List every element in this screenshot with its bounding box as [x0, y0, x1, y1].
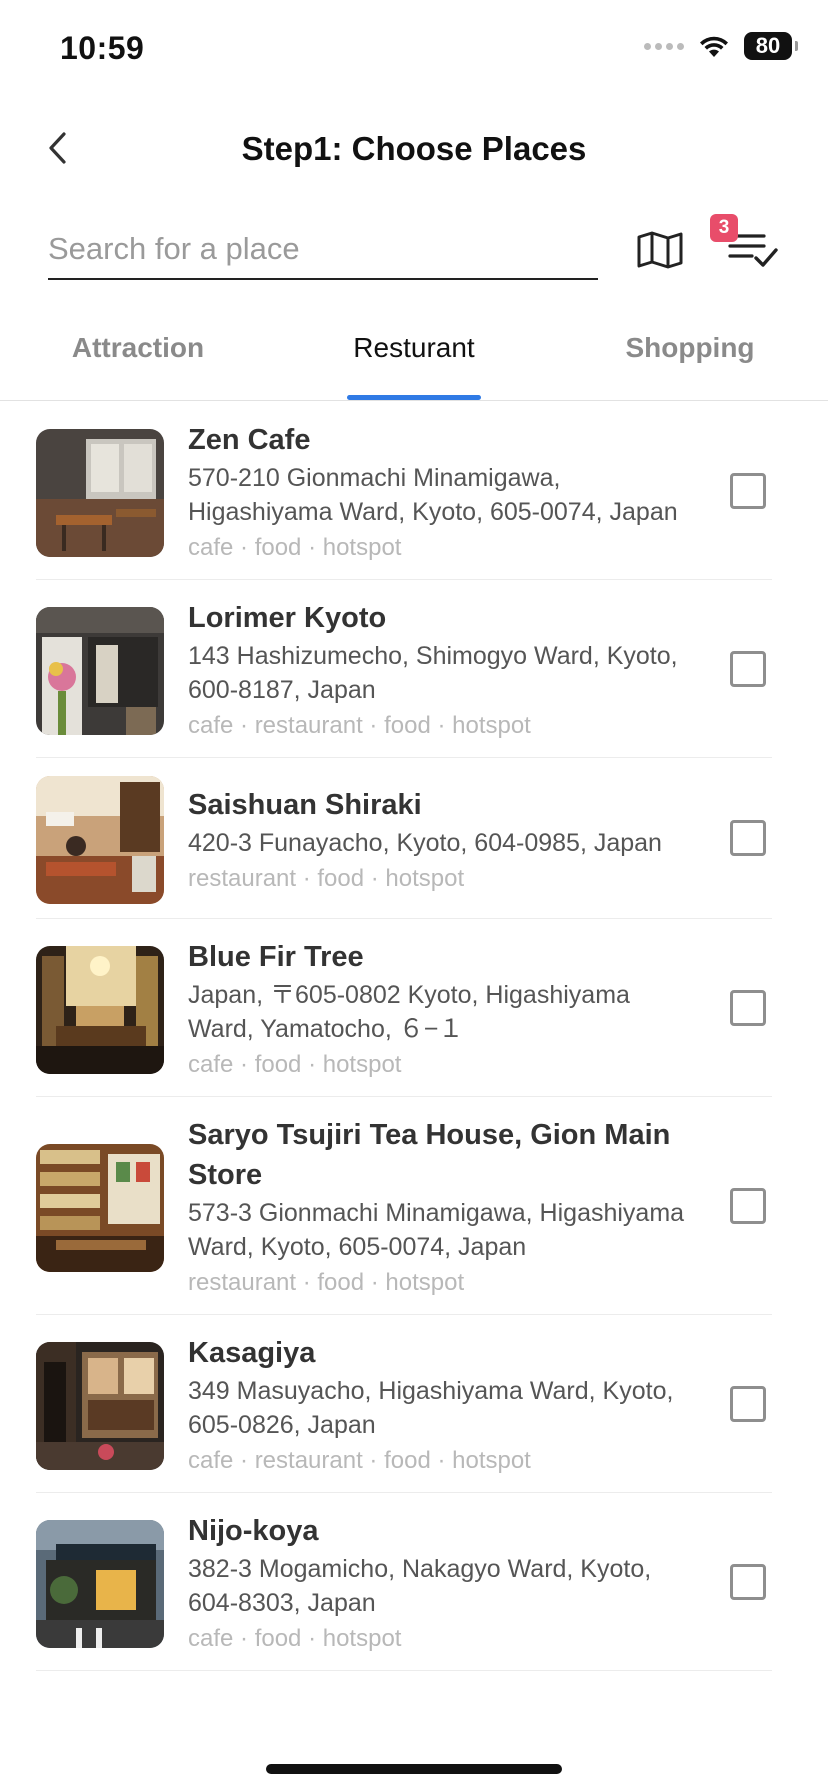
category-tabs: Attraction Resturant Shopping [0, 318, 828, 401]
place-tags: cafe · restaurant · food · hotspot [188, 1447, 531, 1474]
place-info: Blue Fir Tree Japan, 〒605-0802 Kyoto, Hi… [188, 937, 698, 1082]
select-checkbox[interactable] [730, 1385, 766, 1422]
place-info: Nijo-koya 382-3 Mogamicho, Nakagyo Ward,… [188, 1511, 698, 1656]
place-list[interactable]: Zen Cafe 570-210 Gionmachi Minamigawa, H… [0, 402, 828, 1754]
search-input[interactable] [48, 220, 598, 280]
select-checkbox[interactable] [730, 650, 766, 687]
place-name: Saryo Tsujiri Tea House, Gion Main Store [188, 1119, 671, 1191]
select-checkbox[interactable] [730, 1187, 766, 1224]
place-photo [36, 428, 164, 557]
active-tab-indicator [347, 395, 481, 400]
map-icon [637, 231, 683, 269]
place-info: Lorimer Kyoto 143 Hashizumecho, Shimogyo… [188, 598, 698, 743]
place-address: 573-3 Gionmachi Minamigawa, Higashiyama … [188, 1199, 685, 1261]
place-name: Zen Cafe [188, 424, 311, 456]
place-photo [36, 1143, 164, 1272]
signal-icon [644, 42, 684, 50]
home-indicator [266, 1764, 562, 1774]
place-name: Kasagiya [188, 1337, 316, 1369]
place-item[interactable]: Lorimer Kyoto 143 Hashizumecho, Shimogyo… [36, 580, 772, 758]
selected-count-badge: 3 [710, 214, 738, 242]
place-name: Lorimer Kyoto [188, 602, 387, 634]
selected-list-button[interactable]: 3 [710, 214, 782, 278]
select-checkbox[interactable] [730, 820, 766, 856]
map-button[interactable] [632, 224, 688, 276]
tab-attraction[interactable]: Attraction [68, 332, 208, 400]
place-info: Kasagiya 349 Masuyacho, Higashiyama Ward… [188, 1333, 698, 1478]
place-tags: cafe · restaurant · food · hotspot [188, 712, 531, 739]
place-item[interactable]: Saishuan Shiraki 420-3 Funayacho, Kyoto,… [36, 758, 772, 919]
place-tags: cafe · food · hotspot [188, 534, 402, 561]
place-info: Saishuan Shiraki 420-3 Funayacho, Kyoto,… [188, 785, 698, 896]
page-title: Step1: Choose Places [241, 130, 587, 167]
place-address: 382-3 Mogamicho, Nakagyo Ward, Kyoto, 60… [188, 1555, 652, 1617]
place-address: 420-3 Funayacho, Kyoto, 604-0985, Japan [188, 828, 662, 857]
place-photo [36, 776, 164, 904]
place-item[interactable]: Zen Cafe 570-210 Gionmachi Minamigawa, H… [36, 402, 772, 580]
header: Step1: Choose Places [0, 110, 828, 190]
tab-resturant[interactable]: Resturant [347, 332, 481, 400]
place-address: 570-210 Gionmachi Minamigawa, Higashiyam… [188, 464, 678, 526]
place-name: Saishuan Shiraki [188, 788, 422, 821]
wifi-icon [700, 36, 728, 57]
place-address: Japan, 〒605-0802 Kyoto, Higashiyama Ward… [188, 981, 630, 1043]
place-address: 349 Masuyacho, Higashiyama Ward, Kyoto, … [188, 1377, 674, 1439]
place-tags: restaurant · food · hotspot [188, 1269, 465, 1296]
select-checkbox[interactable] [730, 472, 766, 509]
tab-label: Attraction [71, 332, 205, 363]
place-name: Nijo-koya [188, 1515, 319, 1547]
status-icons: 80 [644, 32, 798, 60]
tab-label: Shopping [625, 332, 755, 363]
place-photo [36, 1519, 164, 1648]
place-tags: restaurant · food · hotspot [188, 864, 465, 892]
status-time: 10:59 [60, 30, 145, 66]
status-bar: 10:59 80 [0, 0, 828, 100]
place-name: Blue Fir Tree [188, 941, 364, 973]
tab-shopping[interactable]: Shopping [622, 332, 758, 400]
place-item[interactable]: Blue Fir Tree Japan, 〒605-0802 Kyoto, Hi… [36, 919, 772, 1097]
search-row: 3 [0, 210, 828, 290]
place-address: 143 Hashizumecho, Shimogyo Ward, Kyoto, … [188, 642, 678, 704]
select-checkbox[interactable] [730, 1563, 766, 1600]
place-item[interactable]: Nijo-koya 382-3 Mogamicho, Nakagyo Ward,… [36, 1493, 772, 1671]
place-info: Zen Cafe 570-210 Gionmachi Minamigawa, H… [188, 420, 698, 565]
select-checkbox[interactable] [730, 989, 766, 1026]
place-photo [36, 945, 164, 1074]
place-photo [36, 606, 164, 735]
battery-level: 80 [755, 33, 781, 58]
battery-icon: 80 [744, 32, 798, 60]
place-photo [36, 1341, 164, 1470]
place-tags: cafe · food · hotspot [188, 1051, 402, 1078]
place-info: Saryo Tsujiri Tea House, Gion Main Store… [188, 1115, 698, 1300]
place-item[interactable]: Saryo Tsujiri Tea House, Gion Main Store… [36, 1097, 772, 1315]
place-tags: cafe · food · hotspot [188, 1625, 402, 1652]
tab-label: Resturant [353, 332, 475, 363]
place-item[interactable]: Kasagiya 349 Masuyacho, Higashiyama Ward… [36, 1315, 772, 1493]
